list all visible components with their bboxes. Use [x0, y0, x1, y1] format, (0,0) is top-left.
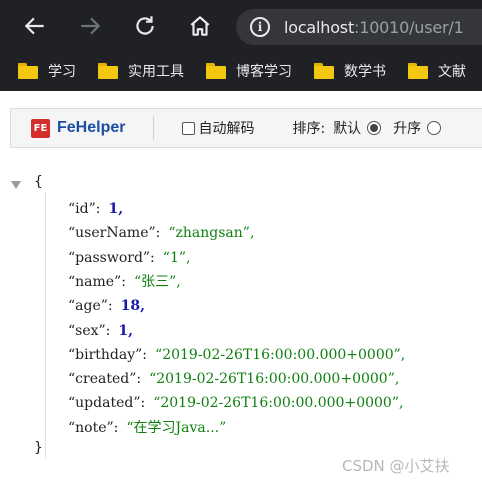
- json-row: “password”: “1”,: [68, 248, 190, 268]
- folder-icon: [206, 63, 226, 79]
- json-value: “在学习Java...”: [126, 419, 227, 436]
- bookmark-label: 学习: [48, 64, 76, 80]
- json-value: “张三”,: [133, 273, 181, 290]
- json-key: “userName”:: [68, 225, 161, 242]
- json-row: “note”: “在学习Java...”: [68, 418, 226, 438]
- json-key: “name”:: [68, 273, 126, 290]
- sort-asc-label[interactable]: 升序: [393, 118, 421, 138]
- json-row: “id”: 1,: [68, 199, 123, 219]
- bookmark-folder-2[interactable]: 博客学习: [206, 61, 292, 81]
- json-row: “name”: “张三”,: [68, 272, 181, 292]
- bookmark-folder-4[interactable]: 文献: [408, 61, 466, 81]
- auto-decode-label[interactable]: 自动解码: [198, 118, 254, 138]
- forward-arrow-icon: [81, 17, 101, 35]
- json-key: “updated”:: [68, 395, 146, 412]
- folder-icon: [408, 63, 428, 79]
- json-value: “zhangsan”,: [168, 225, 255, 242]
- fehelper-logo-icon: FE: [31, 118, 50, 138]
- folder-icon: [314, 63, 334, 79]
- bookmarks-bar: 学习 实用工具 博客学习 数学书 文献: [0, 51, 482, 91]
- json-value: “2019-02-26T16:00:00.000+0000”,: [149, 371, 400, 388]
- bookmark-folder-1[interactable]: 实用工具: [98, 61, 184, 81]
- url-text[interactable]: localhost:10010/user/1: [284, 18, 464, 37]
- divider: [153, 116, 155, 140]
- auto-decode-checkbox[interactable]: [182, 121, 196, 135]
- back-button[interactable]: [19, 10, 51, 42]
- json-row: “updated”: “2019-02-26T16:00:00.000+0000”…: [68, 393, 403, 413]
- json-value: 1,: [118, 322, 134, 339]
- json-key: “note”:: [68, 419, 119, 436]
- folder-icon: [18, 63, 38, 79]
- bookmark-label: 实用工具: [128, 64, 184, 80]
- json-value: “2019-02-26T16:00:00.000+0000”,: [155, 346, 406, 363]
- home-button[interactable]: [184, 10, 216, 42]
- fehelper-title[interactable]: FeHelper: [57, 119, 125, 137]
- json-viewer: { “id”: 1, “userName”: “zhangsan”, “password…: [0, 168, 482, 468]
- sort-label: 排序:: [292, 121, 326, 137]
- collapse-toggle-icon[interactable]: [11, 181, 21, 189]
- json-value: 1,: [108, 201, 124, 217]
- radio-selected-dot: [370, 124, 379, 132]
- bookmark-label: 文献: [438, 64, 466, 80]
- json-row: “age”: 18,: [68, 296, 145, 316]
- fehelper-toolbar: FE FeHelper 自动解码 排序: 默认 升序: [10, 108, 482, 148]
- address-bar[interactable]: i localhost:10010/user/1: [236, 9, 482, 45]
- sort-default-label[interactable]: 默认: [333, 118, 361, 138]
- home-icon: [190, 16, 210, 36]
- json-key: “sex”:: [68, 322, 111, 339]
- json-value: “1”,: [162, 249, 191, 266]
- url-path: :10010/user/1: [354, 17, 464, 37]
- indent-guide: [45, 192, 46, 458]
- json-key: “password”:: [68, 249, 155, 266]
- close-brace: }: [34, 440, 43, 456]
- json-key: “id”:: [68, 201, 101, 217]
- json-row: “sex”: 1,: [68, 321, 133, 341]
- json-row: “birthday”: “2019-02-26T16:00:00.000+0000…: [68, 345, 405, 365]
- reload-button[interactable]: [129, 10, 161, 42]
- json-key: “age”:: [68, 298, 113, 315]
- json-key: “birthday”:: [68, 346, 148, 363]
- folder-icon: [98, 63, 118, 79]
- reload-icon: [136, 16, 154, 35]
- bookmark-folder-0[interactable]: 学习: [18, 61, 76, 81]
- open-brace: {: [34, 174, 43, 190]
- browser-toolbar: i localhost:10010/user/1: [0, 0, 482, 51]
- json-row: “created”: “2019-02-26T16:00:00.000+0000”…: [68, 369, 399, 389]
- sort-asc-radio[interactable]: [427, 121, 442, 135]
- watermark: CSDN @小艾扶: [342, 457, 450, 475]
- bookmark-label: 博客学习: [236, 64, 292, 80]
- sort-default-radio[interactable]: [367, 121, 382, 135]
- json-value: “2019-02-26T16:00:00.000+0000”,: [153, 395, 404, 412]
- bookmark-folder-3[interactable]: 数学书: [314, 61, 386, 81]
- json-value: 18,: [120, 298, 145, 315]
- site-info-icon[interactable]: i: [250, 17, 270, 37]
- forward-button[interactable]: [74, 10, 106, 42]
- bookmark-label: 数学书: [344, 64, 386, 80]
- url-host: localhost: [284, 17, 355, 37]
- back-arrow-icon: [24, 17, 44, 35]
- json-row: “userName”: “zhangsan”,: [68, 223, 254, 243]
- json-key: “created”:: [68, 371, 142, 388]
